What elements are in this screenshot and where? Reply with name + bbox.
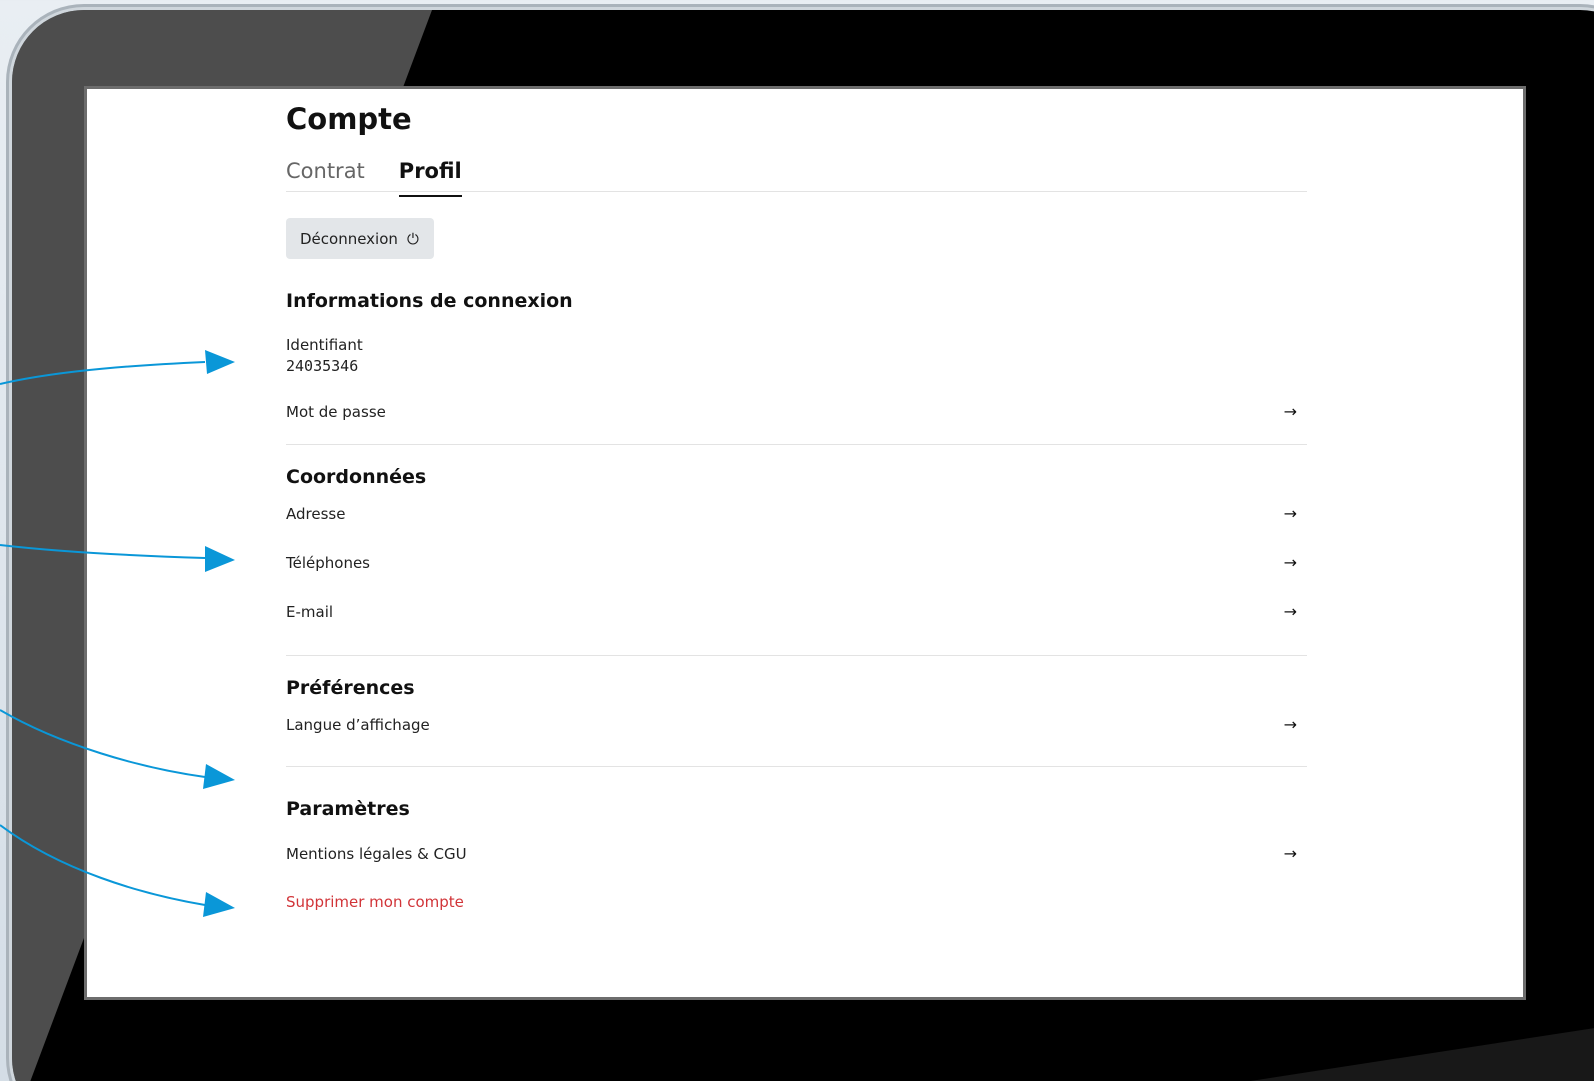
arrow-right-icon: →: [1283, 844, 1297, 863]
row-label: Langue d’affichage: [286, 716, 430, 734]
frame-shadow: [932, 1010, 1594, 1081]
power-icon: ⏻: [406, 229, 419, 248]
tablet-screen: Compte Contrat Profil Déconnexion ⏻ Info…: [84, 86, 1526, 1000]
row-display-language[interactable]: Langue d’affichage →: [286, 714, 1307, 736]
row-legal-terms[interactable]: Mentions légales & CGU →: [286, 843, 1307, 865]
row-label: Adresse: [286, 505, 346, 523]
identifier-label: Identifiant: [286, 336, 363, 354]
divider: [286, 444, 1307, 445]
arrow-right-icon: →: [1283, 402, 1297, 421]
section-title-contact: Coordonnées: [286, 466, 427, 488]
tab-contrat[interactable]: Contrat: [286, 157, 365, 191]
arrow-right-icon: →: [1283, 602, 1297, 621]
delete-account-link[interactable]: Supprimer mon compte: [286, 891, 1307, 913]
logout-button[interactable]: Déconnexion ⏻: [286, 218, 434, 259]
row-phones[interactable]: Téléphones →: [286, 552, 1307, 574]
divider: [286, 655, 1307, 656]
row-address[interactable]: Adresse →: [286, 503, 1307, 525]
tab-profil[interactable]: Profil: [398, 157, 462, 197]
divider: [286, 766, 1307, 767]
row-password[interactable]: Mot de passe →: [286, 401, 1307, 423]
account-tabs: Contrat Profil: [286, 157, 1307, 197]
arrow-right-icon: →: [1283, 553, 1297, 572]
section-title-preferences: Préférences: [286, 677, 415, 699]
arrow-right-icon: →: [1283, 504, 1297, 523]
section-title-settings: Paramètres: [286, 798, 410, 820]
row-label: Téléphones: [286, 554, 370, 572]
section-title-login: Informations de connexion: [286, 290, 573, 312]
row-label: E-mail: [286, 603, 334, 621]
row-label: Mot de passe: [286, 403, 386, 421]
identifier-value: 24035346: [286, 357, 359, 375]
arrow-right-icon: →: [1283, 715, 1297, 734]
account-page: Compte Contrat Profil Déconnexion ⏻ Info…: [286, 89, 1307, 913]
row-email[interactable]: E-mail →: [286, 601, 1307, 623]
page-title: Compte: [286, 102, 412, 136]
row-label: Mentions légales & CGU: [286, 845, 467, 863]
logout-label: Déconnexion: [300, 229, 398, 248]
